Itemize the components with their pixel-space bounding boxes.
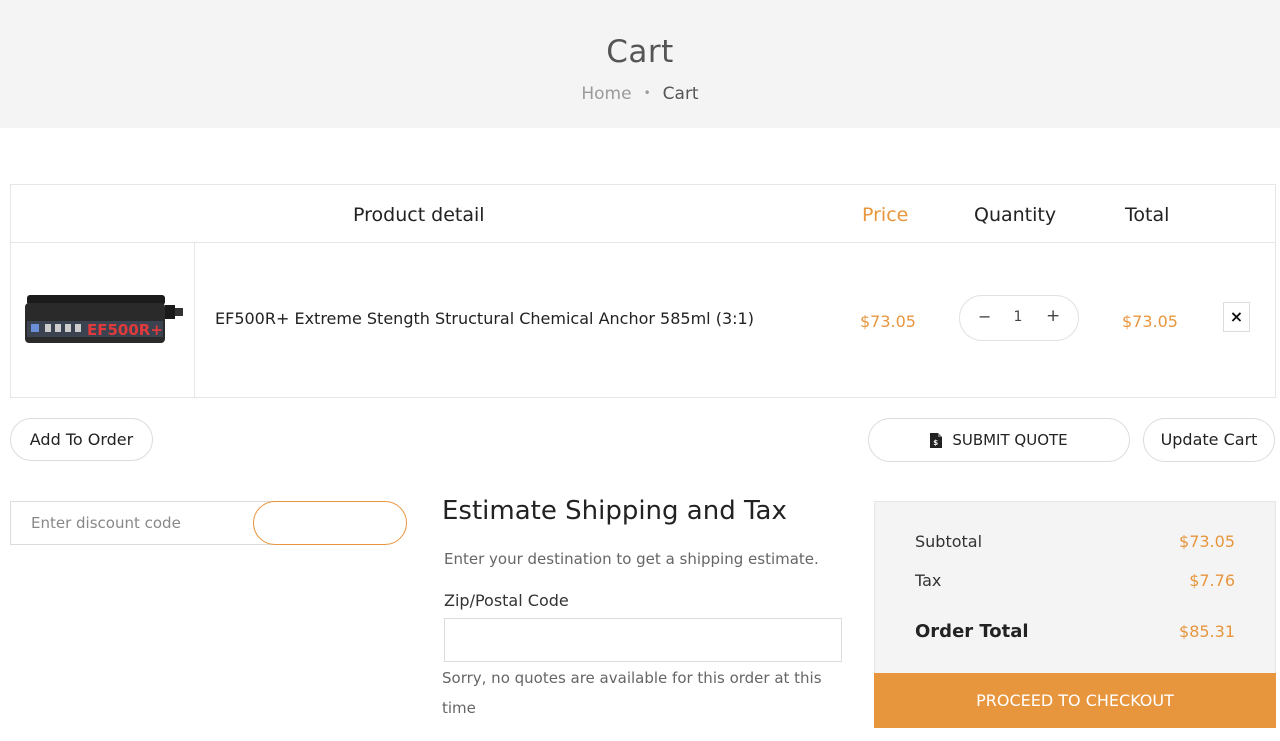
product-thumbnail-cell: EF500R+ xyxy=(11,243,195,397)
quantity-stepper: − + xyxy=(959,295,1079,341)
no-quotes-notice: Sorry, no quotes are available for this … xyxy=(442,669,822,717)
order-summary: Subtotal $73.05 Tax $7.76 Order Total $8… xyxy=(874,501,1276,673)
submit-quote-button[interactable]: $ SUBMIT QUOTE xyxy=(868,418,1130,462)
update-cart-button[interactable]: Update Cart xyxy=(1143,418,1275,462)
remove-item-button[interactable]: × xyxy=(1223,302,1250,332)
order-total-value: $85.31 xyxy=(1179,622,1235,641)
item-total: $73.05 xyxy=(1122,312,1178,331)
breadcrumb-current: Cart xyxy=(662,84,699,104)
shipping-estimate-title: Estimate Shipping and Tax xyxy=(442,496,787,526)
breadcrumb-separator: • xyxy=(643,86,651,100)
zip-code-label: Zip/Postal Code xyxy=(444,591,569,610)
discount-code-input[interactable] xyxy=(10,501,280,545)
cart-table-header: Product detail Price Quantity Total xyxy=(11,185,1275,243)
item-price: $73.05 xyxy=(860,312,916,331)
page-title: Cart xyxy=(606,34,674,70)
proceed-to-checkout-button[interactable]: PROCEED TO CHECKOUT xyxy=(874,673,1276,728)
zip-code-input[interactable] xyxy=(444,618,842,662)
header-quantity: Quantity xyxy=(974,204,1057,226)
quantity-decrease-button[interactable]: − xyxy=(978,307,991,326)
subtotal-label: Subtotal xyxy=(915,532,983,551)
order-total-label: Order Total xyxy=(915,621,1029,642)
breadcrumb-home-link[interactable]: Home xyxy=(581,84,631,104)
subtotal-value: $73.05 xyxy=(1179,532,1235,551)
document-dollar-icon: $ xyxy=(930,433,943,448)
quantity-input[interactable] xyxy=(1010,309,1026,325)
header-total: Total xyxy=(1125,204,1170,226)
submit-quote-label: SUBMIT QUOTE xyxy=(952,431,1068,449)
product-image[interactable]: EF500R+ xyxy=(25,293,185,347)
header-product-detail: Product detail xyxy=(353,204,485,226)
apply-discount-button[interactable] xyxy=(253,501,407,545)
close-icon: × xyxy=(1229,307,1244,326)
page-header: Cart Home • Cart xyxy=(0,0,1280,128)
add-to-order-button[interactable]: Add To Order xyxy=(10,418,153,461)
breadcrumb: Home • Cart xyxy=(0,84,1280,104)
quantity-increase-button[interactable]: + xyxy=(1046,306,1060,326)
tax-label: Tax xyxy=(915,571,942,590)
header-price[interactable]: Price xyxy=(862,204,908,226)
svg-text:$: $ xyxy=(934,439,939,447)
product-image-label: EF500R+ xyxy=(87,321,163,339)
product-name-link[interactable]: EF500R+ Extreme Stength Structural Chemi… xyxy=(215,309,754,328)
tax-value: $7.76 xyxy=(1189,571,1235,590)
cart-table: Product detail Price Quantity Total EF50… xyxy=(10,184,1276,398)
cart-item-row: EF500R+ EF500R+ Extreme Stength Structur… xyxy=(11,243,1275,397)
shipping-estimate-description: Enter your destination to get a shipping… xyxy=(444,550,819,568)
